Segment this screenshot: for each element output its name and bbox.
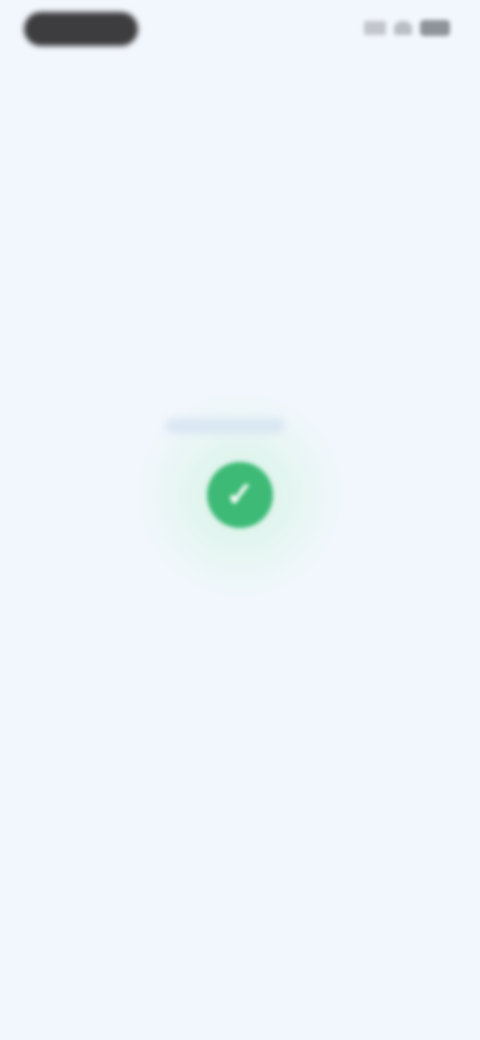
battery-icon: [420, 20, 450, 36]
success-panel: ✓: [0, 390, 480, 600]
status-time-pill: [24, 12, 138, 46]
status-icons: [364, 20, 450, 36]
cellular-signal-icon: [364, 21, 386, 35]
check-icon: ✓: [207, 462, 273, 528]
wifi-icon: [394, 21, 412, 35]
confetti-decoration: [165, 418, 285, 434]
success-glow: ✓: [135, 390, 345, 600]
